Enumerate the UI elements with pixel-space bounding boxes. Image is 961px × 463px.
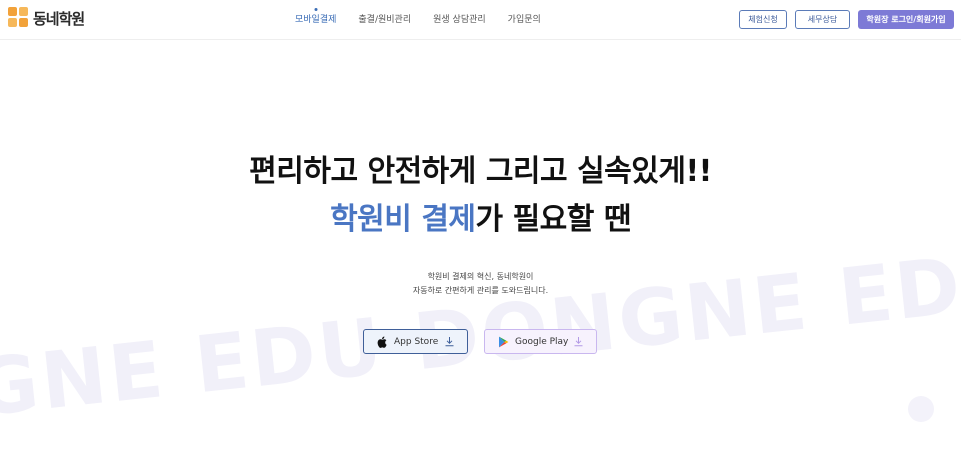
top-header: 동네학원 모바일결제 출결/원비관리 원생 상담관리 가입문의 체험신청 세무상…: [0, 0, 961, 40]
logo[interactable]: 동네학원: [8, 7, 85, 29]
nav-item-inquiry[interactable]: 가입문의: [508, 12, 541, 25]
floating-action-button[interactable]: [908, 396, 934, 422]
tax-consult-button[interactable]: 세무상담: [795, 10, 850, 29]
nav-item-attendance[interactable]: 출결/원비관리: [358, 12, 411, 25]
main-nav: 모바일결제 출결/원비관리 원생 상담관리 가입문의: [295, 12, 541, 25]
trial-apply-button[interactable]: 체험신청: [739, 10, 787, 29]
google-play-icon: [496, 336, 510, 348]
download-icon: [573, 336, 584, 350]
apple-icon: [375, 336, 389, 348]
google-play-button[interactable]: Google Play: [484, 329, 597, 354]
nav-item-mobile-payment[interactable]: 모바일결제: [295, 12, 336, 25]
hero-title-rest: 가 필요할 땐: [475, 202, 632, 237]
download-icon: [444, 336, 455, 350]
google-play-label: Google Play: [515, 336, 569, 347]
background-watermark: GNE EDU DONGNE EDU: [0, 234, 961, 435]
login-signup-button[interactable]: 학원장 로그인/회원가입: [858, 10, 954, 29]
nav-item-consulting[interactable]: 원생 상담관리: [433, 12, 486, 25]
logo-mark-icon: [8, 7, 30, 29]
app-store-label: App Store: [394, 336, 439, 347]
hero-title-accent: 학원비 결제: [330, 202, 476, 237]
hero-title-line1: 편리하고 안전하게 그리고 실속있게!!: [249, 154, 712, 189]
app-store-button[interactable]: App Store: [363, 329, 468, 354]
hero-description-line2: 자동하로 간편하게 관리를 도와드립니다.: [412, 286, 549, 295]
hero-description-line1: 학원비 결제의 혁신, 동네학원이: [427, 272, 534, 281]
logo-text: 동네학원: [33, 9, 85, 28]
hero-description: 학원비 결제의 혁신, 동네학원이 자동하로 간편하게 관리를 도와드립니다.: [0, 270, 961, 298]
hero-title-line2: 학원비 결제가 필요할 땐: [0, 194, 961, 238]
